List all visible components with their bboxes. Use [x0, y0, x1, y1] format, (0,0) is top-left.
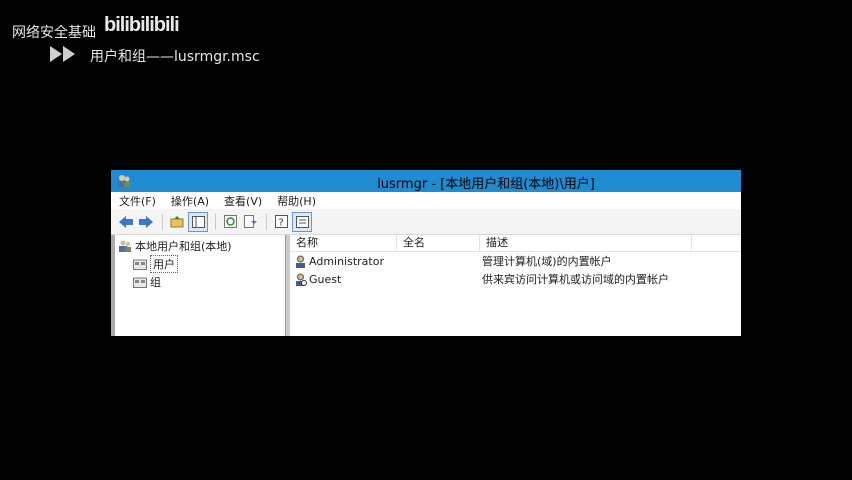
disabled-user-icon — [296, 273, 307, 286]
title-bar[interactable]: lusrmgr - [本地用户和组(本地)\用户] — [111, 170, 741, 192]
video-channel-title: 网络安全基础 — [12, 25, 96, 41]
toolbar-separator — [162, 213, 163, 230]
video-subtitle: 用户和组——lusrmgr.msc — [90, 49, 260, 65]
list-header: 名称 全名 描述 — [290, 235, 741, 252]
toolbar-separator — [266, 213, 267, 230]
folder-icon — [133, 259, 147, 270]
help-button[interactable]: ? — [272, 213, 290, 231]
user-description: 供来宾访问计算机或访问域的内置帐户 — [482, 273, 669, 286]
content-area: 本地用户和组(本地) 用户 组 名称 全名 描述 Administrator 管… — [111, 235, 741, 336]
toolbar: ? — [111, 209, 741, 235]
help-icon: ? — [274, 215, 288, 229]
user-icon — [296, 255, 305, 268]
menu-file[interactable]: 文件(F) — [119, 193, 156, 209]
tree-item-local-users-groups[interactable]: 本地用户和组(本地) — [115, 237, 285, 255]
forward-icon — [139, 215, 153, 228]
menu-action[interactable]: 操作(A) — [171, 193, 209, 209]
svg-text:?: ? — [278, 218, 283, 229]
back-button[interactable] — [117, 213, 135, 231]
toolbar-separator — [215, 213, 216, 230]
console-tree: 本地用户和组(本地) 用户 组 — [111, 235, 286, 336]
column-header-description[interactable]: 描述 — [480, 235, 692, 251]
back-icon — [119, 215, 133, 228]
list-item[interactable]: Administrator 管理计算机(域)的内置帐户 — [290, 252, 741, 270]
folder-icon — [133, 277, 147, 288]
play-arrows-icon — [50, 46, 75, 62]
refresh-button[interactable] — [221, 213, 239, 231]
menu-view[interactable]: 查看(V) — [224, 193, 262, 209]
bilibili-logo: bilibilibili — [104, 14, 180, 36]
export-icon — [243, 215, 257, 228]
menu-help[interactable]: 帮助(H) — [277, 193, 316, 209]
user-name: Administrator — [309, 254, 384, 268]
show-tree-icon — [191, 215, 205, 228]
tree-groups-label: 组 — [150, 276, 161, 289]
user-description: 管理计算机(域)的内置帐户 — [482, 255, 612, 268]
show-tree-button[interactable] — [188, 211, 208, 232]
export-button[interactable] — [241, 213, 259, 231]
tree-root-label: 本地用户和组(本地) — [135, 240, 232, 253]
up-folder-button[interactable] — [168, 213, 186, 231]
up-folder-icon — [170, 215, 184, 227]
properties-button[interactable] — [292, 211, 312, 232]
column-header-fullname[interactable]: 全名 — [397, 235, 480, 251]
user-name: Guest — [309, 272, 342, 286]
refresh-icon — [223, 215, 237, 228]
users-groups-icon — [119, 240, 131, 252]
details-list: 名称 全名 描述 Administrator 管理计算机(域)的内置帐户 Gue… — [286, 235, 741, 336]
properties-icon — [295, 215, 309, 228]
list-item[interactable]: Guest 供来宾访问计算机或访问域的内置帐户 — [290, 270, 741, 288]
window-title: lusrmgr - [本地用户和组(本地)\用户] — [377, 177, 595, 192]
tree-users-label: 用户 — [150, 255, 178, 273]
lusrmgr-window: lusrmgr - [本地用户和组(本地)\用户] 文件(F) 操作(A) 查看… — [111, 170, 741, 336]
menu-bar: 文件(F) 操作(A) 查看(V) 帮助(H) — [111, 192, 741, 209]
column-header-name[interactable]: 名称 — [290, 235, 397, 251]
tree-item-groups[interactable]: 组 — [115, 273, 285, 291]
tree-item-users[interactable]: 用户 — [115, 255, 285, 273]
forward-button[interactable] — [137, 213, 155, 231]
